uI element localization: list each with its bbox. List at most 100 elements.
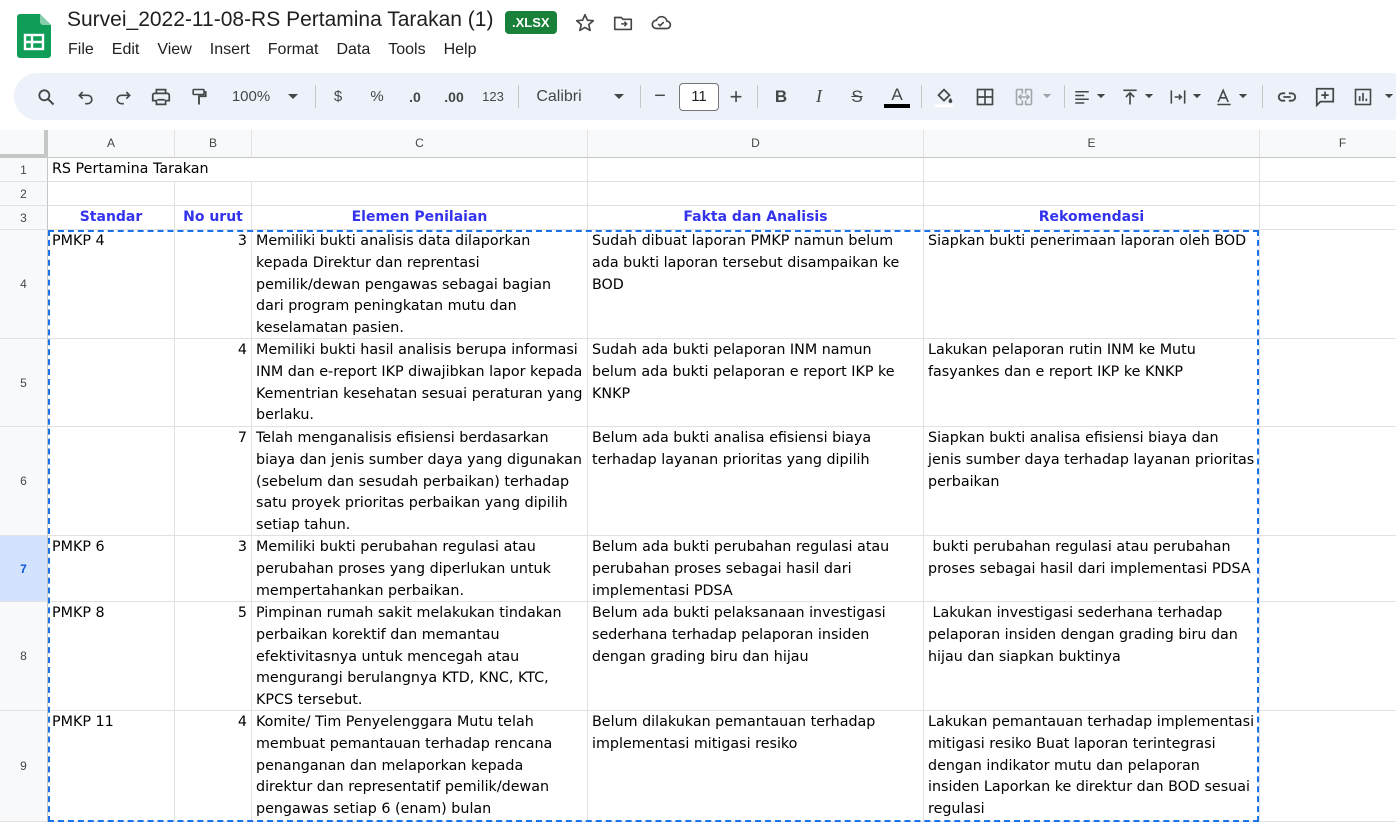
cell-no-urut[interactable]: 3 [175,230,252,339]
bold-button[interactable]: B [770,73,792,120]
cell[interactable] [588,182,924,206]
cell-standar[interactable]: PMKP 6 [48,536,175,602]
row-header[interactable]: 2 [0,182,48,206]
cell[interactable] [1260,711,1396,822]
cell-rekomendasi[interactable]: Lakukan pelaporan rutin INM ke Mutu fasy… [924,339,1260,427]
zoom-select[interactable]: 100% [226,73,276,120]
row-header[interactable]: 8 [0,602,48,711]
cell-no-urut[interactable]: 5 [175,602,252,711]
cell[interactable] [1260,602,1396,711]
paint-format-icon[interactable] [187,73,211,120]
cell[interactable] [1260,182,1396,206]
decrease-decimal-button[interactable]: .0 [402,73,428,120]
cell-standar[interactable]: PMKP 11 [48,711,175,822]
cell[interactable] [588,158,924,182]
cell-elemen[interactable]: Memiliki bukti analisis data dilaporkan … [252,230,588,339]
cell-fakta[interactable]: Belum ada bukti analisa efisiensi biaya … [588,427,924,536]
star-icon[interactable] [574,12,596,34]
header-rekomendasi[interactable]: Rekomendasi [924,206,1260,230]
cell-no-urut[interactable]: 7 [175,427,252,536]
insert-chart-icon[interactable] [1350,73,1376,120]
font-size-input[interactable]: 11 [679,83,719,111]
menu-insert[interactable]: Insert [201,39,259,61]
cell-no-urut[interactable]: 4 [175,711,252,822]
print-icon[interactable] [149,73,173,120]
cell[interactable] [1260,536,1396,602]
cell-fakta[interactable]: Sudah dibuat laporan PMKP namun belum ad… [588,230,924,339]
text-color-button[interactable]: A [882,73,912,120]
cell-a1[interactable]: RS Pertamina Tarakan [48,158,252,182]
cell[interactable] [1260,206,1396,230]
cell-fakta[interactable]: Belum dilakukan pemantauan terhadap impl… [588,711,924,822]
column-header-e[interactable]: E [924,130,1260,158]
spreadsheet-grid[interactable]: A B C D E F 1 2 3 4 5 6 7 8 9 RS Pertami… [0,130,1396,827]
sheets-logo-icon[interactable] [17,14,51,58]
horizontal-align-icon[interactable] [1070,73,1094,120]
undo-icon[interactable] [74,73,98,120]
menu-edit[interactable]: Edit [103,39,149,61]
percent-format-button[interactable]: % [364,73,390,120]
row-header-selected[interactable]: 7 [0,536,48,602]
font-family-select[interactable]: Calibri [529,73,589,120]
fill-color-icon[interactable] [931,73,957,120]
text-rotation-icon[interactable] [1212,73,1236,120]
cell-elemen[interactable]: Memiliki bukti perubahan regulasi atau p… [252,536,588,602]
document-title[interactable]: Survei_2022-11-08-RS Pertamina Tarakan (… [67,8,493,32]
column-header-b[interactable]: B [175,130,252,158]
cell-no-urut[interactable]: 4 [175,339,252,427]
column-header-d[interactable]: D [588,130,924,158]
merge-chevron-down-icon[interactable] [1040,73,1054,120]
vertical-align-icon[interactable] [1118,73,1142,120]
menu-help[interactable]: Help [435,39,486,61]
cell[interactable] [252,158,588,182]
cell[interactable] [1260,427,1396,536]
row-header[interactable]: 6 [0,427,48,536]
menu-file[interactable]: File [59,39,103,61]
cloud-saved-icon[interactable] [650,12,672,34]
menu-tools[interactable]: Tools [379,39,434,61]
cell[interactable] [1260,230,1396,339]
cell-fakta[interactable]: Belum ada bukti pelaksanaan investigasi … [588,602,924,711]
cell-elemen[interactable]: Telah menganalisis efisiensi berdasarkan… [252,427,588,536]
zoom-chevron-down-icon[interactable] [284,73,302,120]
header-fakta-analisis[interactable]: Fakta dan Analisis [588,206,924,230]
cell-fakta[interactable]: Sudah ada bukti pelaporan INM namun belu… [588,339,924,427]
cell-standar[interactable]: PMKP 8 [48,602,175,711]
cell-fakta[interactable]: Belum ada bukti perubahan regulasi atau … [588,536,924,602]
row-header[interactable]: 3 [0,206,48,230]
cell-rekomendasi[interactable]: Siapkan bukti penerimaan laporan oleh BO… [924,230,1260,339]
cell-elemen[interactable]: Komite/ Tim Penyelenggara Mutu telah mem… [252,711,588,822]
increase-font-size-button[interactable]: + [726,73,746,120]
insert-link-icon[interactable] [1274,73,1300,120]
row-header[interactable]: 9 [0,711,48,822]
rotation-chevron-down-icon[interactable] [1236,73,1250,120]
more-formats-button[interactable]: 123 [477,73,509,120]
decrease-font-size-button[interactable]: − [650,73,670,120]
menu-data[interactable]: Data [327,39,379,61]
cell-no-urut[interactable]: 3 [175,536,252,602]
valign-chevron-down-icon[interactable] [1142,73,1156,120]
cell[interactable] [48,182,175,206]
menu-view[interactable]: View [148,39,200,61]
search-menus-icon[interactable] [34,73,58,120]
font-chevron-down-icon[interactable] [610,73,628,120]
header-standar[interactable]: Standar [48,206,175,230]
cell[interactable] [175,182,252,206]
column-header-a[interactable]: A [48,130,175,158]
cell-rekomendasi[interactable]: bukti perubahan regulasi atau perubahan … [924,536,1260,602]
align-chevron-down-icon[interactable] [1094,73,1108,120]
borders-icon[interactable] [973,73,997,120]
more-chevron-down-icon[interactable] [1382,73,1396,120]
row-header[interactable]: 4 [0,230,48,339]
header-elemen-penilaian[interactable]: Elemen Penilaian [252,206,588,230]
strikethrough-button[interactable]: S [846,73,868,120]
cell[interactable] [1260,339,1396,427]
menu-format[interactable]: Format [259,39,328,61]
column-header-c[interactable]: C [252,130,588,158]
italic-button[interactable]: I [808,73,830,120]
cell[interactable] [252,182,588,206]
text-wrapping-icon[interactable] [1166,73,1190,120]
cell-elemen[interactable]: Pimpinan rumah sakit melakukan tindakan … [252,602,588,711]
row-header[interactable]: 5 [0,339,48,427]
cell[interactable] [924,158,1260,182]
